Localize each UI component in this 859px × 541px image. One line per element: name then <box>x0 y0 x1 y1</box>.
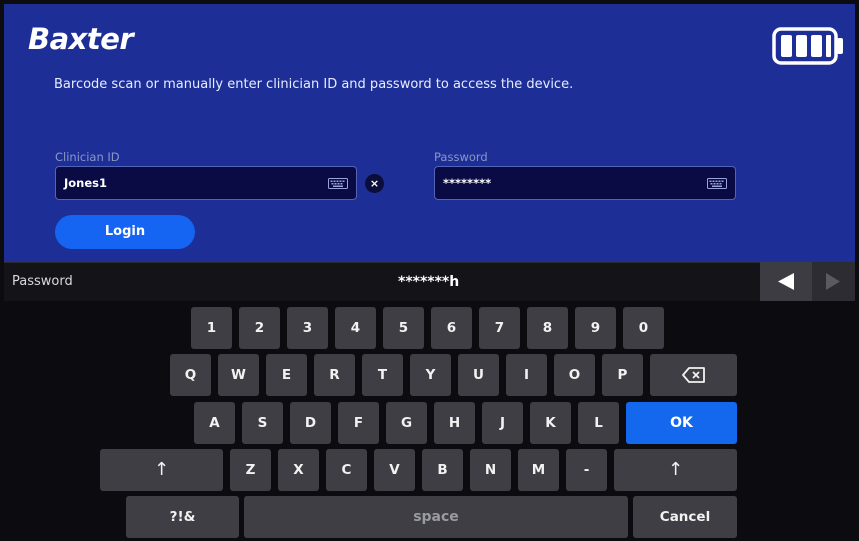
backspace-key[interactable] <box>650 354 737 396</box>
key-9[interactable]: 9 <box>575 307 616 349</box>
key-g[interactable]: G <box>386 402 427 444</box>
key-v[interactable]: V <box>374 449 415 491</box>
key-h[interactable]: H <box>434 402 475 444</box>
cancel-key[interactable]: Cancel <box>633 496 737 538</box>
login-panel: Baxter Barcode scan or manually enter cl… <box>4 4 855 262</box>
key-z[interactable]: Z <box>230 449 271 491</box>
key-m[interactable]: M <box>518 449 559 491</box>
key-i[interactable]: I <box>506 354 547 396</box>
arrow-left-icon <box>778 273 794 290</box>
key-4[interactable]: 4 <box>335 307 376 349</box>
cursor-right-button[interactable] <box>812 262 855 301</box>
key-8[interactable]: 8 <box>527 307 568 349</box>
login-button[interactable]: Login <box>55 215 195 249</box>
shift-left-key[interactable]: ↑ <box>100 449 223 491</box>
key-p[interactable]: P <box>602 354 643 396</box>
key-j[interactable]: J <box>482 402 523 444</box>
clinician-id-value: Jones1 <box>64 176 108 190</box>
virtual-keyboard: 1 2 3 4 5 6 7 8 9 0 Q W E R T Y U I O P … <box>4 301 855 541</box>
key-k[interactable]: K <box>530 402 571 444</box>
battery-full-icon <box>772 27 843 65</box>
key-hyphen[interactable]: - <box>566 449 607 491</box>
key-0[interactable]: 0 <box>623 307 664 349</box>
clinician-id-label: Clinician ID <box>55 150 120 164</box>
key-f[interactable]: F <box>338 402 379 444</box>
key-o[interactable]: O <box>554 354 595 396</box>
key-q[interactable]: Q <box>170 354 211 396</box>
key-u[interactable]: U <box>458 354 499 396</box>
arrow-right-icon <box>826 273 840 290</box>
key-s[interactable]: S <box>242 402 283 444</box>
key-b[interactable]: B <box>422 449 463 491</box>
key-y[interactable]: Y <box>410 354 451 396</box>
key-d[interactable]: D <box>290 402 331 444</box>
password-label: Password <box>434 150 488 164</box>
key-7[interactable]: 7 <box>479 307 520 349</box>
shift-right-key[interactable]: ↑ <box>614 449 737 491</box>
keyboard-entry-bar: Password *******h <box>4 262 855 301</box>
cursor-left-button[interactable] <box>760 262 812 301</box>
keyboard-icon[interactable] <box>328 178 348 189</box>
ok-key[interactable]: OK <box>626 402 737 444</box>
key-e[interactable]: E <box>266 354 307 396</box>
key-3[interactable]: 3 <box>287 307 328 349</box>
key-5[interactable]: 5 <box>383 307 424 349</box>
key-c[interactable]: C <box>326 449 367 491</box>
keyboard-icon[interactable] <box>707 178 727 189</box>
password-value: ******** <box>443 176 492 190</box>
key-l[interactable]: L <box>578 402 619 444</box>
brand-logo: Baxter <box>28 22 134 56</box>
entry-field-label: Password <box>12 274 73 289</box>
key-n[interactable]: N <box>470 449 511 491</box>
key-t[interactable]: T <box>362 354 403 396</box>
key-w[interactable]: W <box>218 354 259 396</box>
clear-clinician-id-button[interactable]: × <box>365 174 384 193</box>
key-r[interactable]: R <box>314 354 355 396</box>
space-key[interactable]: space <box>244 496 628 538</box>
backspace-icon <box>681 367 705 383</box>
symbols-key[interactable]: ?!& <box>126 496 239 538</box>
instructions-text: Barcode scan or manually enter clinician… <box>54 77 574 92</box>
key-6[interactable]: 6 <box>431 307 472 349</box>
clinician-id-field[interactable]: Jones1 <box>55 166 357 200</box>
key-1[interactable]: 1 <box>191 307 232 349</box>
password-field[interactable]: ******** <box>434 166 736 200</box>
entry-field-value: *******h <box>398 274 460 290</box>
key-a[interactable]: A <box>194 402 235 444</box>
key-2[interactable]: 2 <box>239 307 280 349</box>
key-x[interactable]: X <box>278 449 319 491</box>
